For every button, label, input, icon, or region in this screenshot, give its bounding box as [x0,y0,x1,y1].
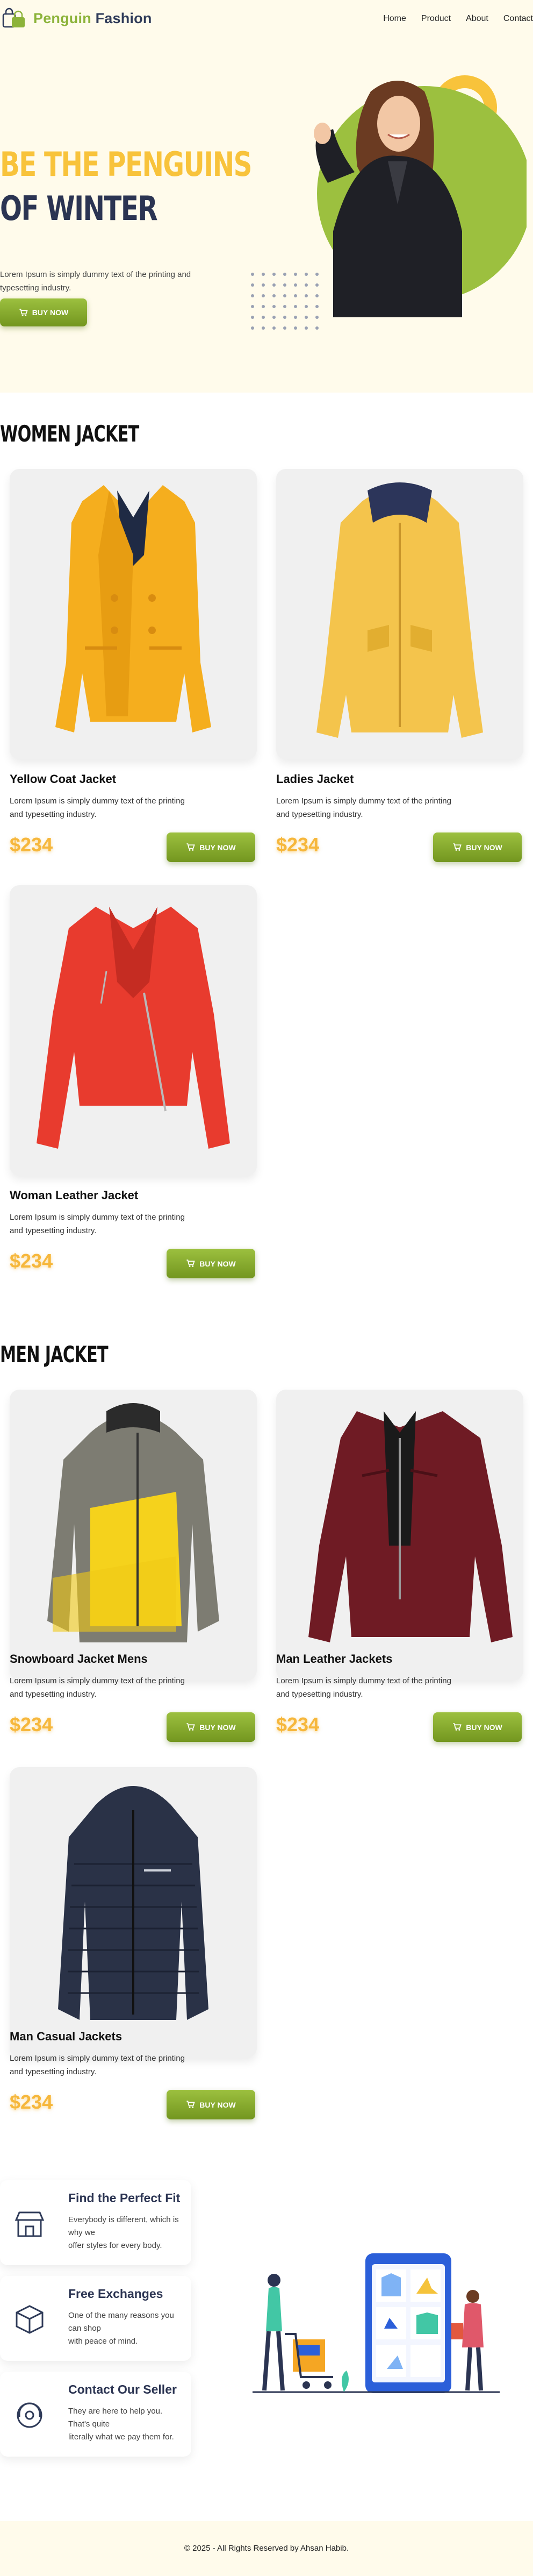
brand-name-part2: Fashion [95,10,152,26]
product-image-yellow-coat[interactable] [10,469,257,759]
hero-title-line1: BE THE PENGUINS [0,145,252,184]
feature-card-contact: Contact Our Seller They are here to help… [0,2372,191,2457]
cart-icon [186,2101,196,2108]
product-price: $234 [10,1250,53,1272]
buy-now-label: BUY NOW [466,1723,502,1732]
women-section-title: WOMEN JACKET [0,421,139,447]
brand-name: Penguin Fashion [33,10,152,27]
product-price: $234 [10,2091,53,2113]
brand-logo[interactable]: Penguin Fashion [0,8,152,29]
hero-description: Lorem Ipsum is simply dummy text of the … [0,270,191,293]
product-price: $234 [10,834,53,856]
cart-icon [453,843,462,851]
feature-description: Everybody is different, which is why we … [68,2215,179,2250]
feature-card-exchanges: Free Exchanges One of the many reasons y… [0,2276,191,2361]
buy-now-label: BUY NOW [466,843,502,852]
buy-now-label: BUY NOW [199,1259,236,1268]
feature-card-fit: Find the Perfect Fit Everybody is differ… [0,2180,191,2265]
product-name: Woman Leather Jacket [10,1189,139,1202]
feature-title: Find the Perfect Fit [68,2191,181,2205]
shopping-bags-icon [2,8,25,28]
product-description: Lorem Ipsum is simply dummy text of the … [10,1676,185,1699]
feature-title: Free Exchanges [68,2287,163,2301]
store-icon [15,2211,45,2237]
product-image-woman-leather-jacket[interactable] [10,885,257,1176]
site-footer: © 2025 - All Rights Reserved by Ahsan Ha… [0,2521,533,2576]
hero-buy-now-label: BUY NOW [32,308,69,317]
product-name: Yellow Coat Jacket [10,772,117,786]
nav-contact[interactable]: Contact [503,14,533,24]
product-name: Man Leather Jackets [276,1652,393,1666]
buy-now-button[interactable]: BUY NOW [167,832,255,862]
feature-title: Contact Our Seller [68,2382,177,2396]
hero-title: BE THE PENGUINS OF WINTER [0,143,252,231]
buy-now-label: BUY NOW [199,2100,236,2109]
buy-now-button[interactable]: BUY NOW [433,832,522,862]
product-image-snowboard-jacket[interactable] [10,1390,257,1680]
feature-description: They are here to help you. That's quite … [68,2407,174,2442]
product-name: Man Casual Jackets [10,2030,123,2043]
nav-home[interactable]: Home [383,14,406,24]
buy-now-label: BUY NOW [199,1723,236,1732]
cart-icon [186,1259,196,1267]
product-name: Snowboard Jacket Mens [10,1652,148,1666]
snowboard-jacket-image [47,1403,219,1642]
support-icon [17,2402,42,2428]
product-image-man-casual-jacket[interactable] [10,1767,257,2058]
cart-icon [186,1723,196,1731]
feature-description: One of the many reasons you can shop wit… [68,2311,174,2346]
hero-buy-now-button[interactable]: BUY NOW [0,298,87,326]
hero-title-line2: OF WINTER [0,189,158,228]
ladies-jacket-image [316,482,483,738]
buy-now-button[interactable]: BUY NOW [167,2090,255,2119]
man-leather-jacket-image [308,1411,513,1642]
site-header: Penguin Fashion Home Product About Conta… [0,0,533,38]
product-description: Lorem Ipsum is simply dummy text of the … [276,796,451,819]
men-section-title: MEN JACKET [0,1341,109,1368]
product-description: Lorem Ipsum is simply dummy text of the … [10,1213,185,1235]
main-nav: Home Product About Contact [383,14,533,24]
product-price: $234 [276,1713,320,1735]
online-shopping-illustration [253,2253,500,2393]
hero-model-illustration [251,75,527,330]
buy-now-button[interactable]: BUY NOW [167,1712,255,1742]
cart-icon [453,1723,462,1731]
product-name: Ladies Jacket [276,772,354,786]
buy-now-button[interactable]: BUY NOW [433,1712,522,1742]
product-image-man-leather-jacket[interactable] [276,1390,523,1680]
footer-copyright: © 2025 - All Rights Reserved by Ahsan Ha… [184,2544,349,2553]
brand-name-part1: Penguin [33,10,91,26]
buy-now-button[interactable]: BUY NOW [167,1249,255,1278]
product-description: Lorem Ipsum is simply dummy text of the … [10,2054,185,2076]
cart-icon [186,843,196,851]
product-price: $234 [276,834,320,856]
product-description: Lorem Ipsum is simply dummy text of the … [276,1676,451,1699]
woman-leather-jacket-image [37,907,230,1149]
yellow-coat-jacket-image [55,485,211,732]
buy-now-label: BUY NOW [199,843,236,852]
nav-about[interactable]: About [466,14,488,24]
hero-section: BE THE PENGUINS OF WINTER Lorem Ipsum is… [0,38,533,393]
product-price: $234 [10,1713,53,1735]
man-casual-jacket-image [58,1786,208,2020]
product-description: Lorem Ipsum is simply dummy text of the … [10,796,185,819]
box-icon [16,2305,44,2334]
cart-icon [19,308,28,316]
product-image-ladies-jacket[interactable] [276,469,523,759]
nav-product[interactable]: Product [421,14,451,24]
